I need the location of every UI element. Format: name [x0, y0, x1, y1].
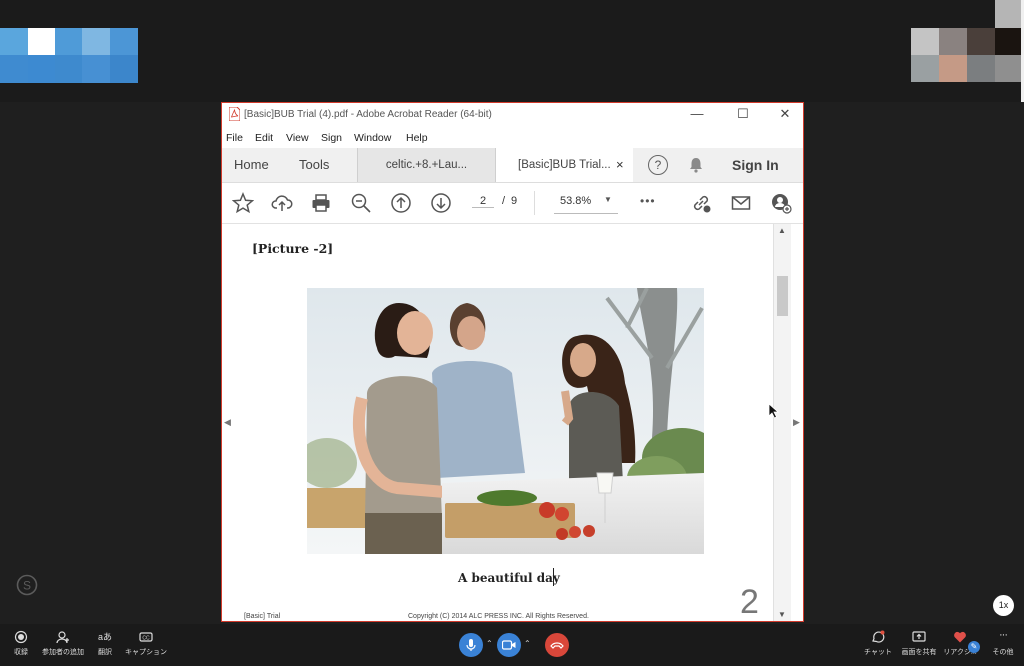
notification-bell-icon[interactable]: [687, 156, 705, 174]
record-label: 収録: [14, 649, 28, 656]
page-heading: [Picture -2]: [252, 241, 334, 256]
email-icon[interactable]: [730, 192, 752, 214]
cc-icon: CC: [139, 632, 153, 642]
translate-button[interactable]: aあ 翻訳: [92, 630, 118, 657]
menu-view[interactable]: View: [286, 132, 309, 144]
heart-icon: [954, 631, 966, 643]
menu-sign[interactable]: Sign: [321, 132, 342, 144]
svg-text:S: S: [23, 579, 31, 593]
record-icon: [14, 630, 28, 644]
video-button[interactable]: [497, 633, 521, 657]
add-user-icon[interactable]: [770, 192, 792, 214]
mic-button[interactable]: [459, 633, 483, 657]
participant-strip: [0, 0, 1024, 102]
left-panel-toggle-icon[interactable]: ◀: [224, 417, 231, 428]
share-screen-button[interactable]: 画面を共有: [900, 630, 938, 657]
scroll-up-icon[interactable]: ▲: [778, 226, 786, 235]
speed-badge[interactable]: 1x: [993, 595, 1014, 616]
menu-help[interactable]: Help: [406, 132, 428, 144]
maximize-icon[interactable]: ☐: [733, 106, 753, 122]
right-panel-toggle-icon[interactable]: ▶: [793, 417, 800, 428]
participant-video-left[interactable]: [0, 28, 138, 83]
microphone-icon: [466, 639, 476, 651]
footer-copyright: Copyright (C) 2014 ALC PRESS INC. All Ri…: [408, 613, 589, 620]
window-title: [Basic]BUB Trial (4).pdf - Adobe Acrobat…: [244, 109, 492, 120]
minimize-icon[interactable]: —: [687, 106, 707, 121]
more-icon: ···: [999, 629, 1008, 641]
help-icon[interactable]: ?: [648, 155, 668, 175]
tab-bar: Home Tools celtic.+8.+Lau... [Basic]BUB …: [222, 148, 803, 183]
help-icon-glyph: ?: [654, 158, 662, 172]
page-separator: /: [502, 195, 506, 207]
translate-label: 翻訳: [98, 649, 112, 656]
svg-text:CC: CC: [142, 636, 150, 642]
page-number-label: 2: [740, 583, 759, 621]
tab-document-bub-trial[interactable]: [Basic]BUB Trial... ×: [495, 148, 633, 182]
zoom-value: 53.8%: [560, 195, 592, 207]
close-window-icon[interactable]: ✕: [775, 106, 795, 122]
upload-cloud-icon[interactable]: [271, 192, 293, 214]
hang-up-button[interactable]: [545, 633, 569, 657]
zoom-out-icon[interactable]: [350, 192, 372, 214]
pen-badge-icon[interactable]: ✎: [968, 641, 980, 653]
chat-icon: [872, 630, 885, 643]
captions-button[interactable]: CC キャプション: [124, 630, 168, 657]
menu-edit[interactable]: Edit: [255, 132, 273, 144]
more-tools-icon[interactable]: •••: [640, 194, 656, 208]
video-camera-icon: [502, 640, 516, 650]
captions-label: キャプション: [125, 649, 167, 656]
meeting-toolbar: 収録 参加者の追加 aあ 翻訳 CC キャプション ⌃ ⌃ チャット 画面を共有…: [0, 624, 1024, 666]
document-page: ◀ [Picture -2] A beautiful day 2 [Basic]…: [222, 224, 803, 621]
add-participant-icon: [56, 631, 69, 644]
page-down-icon[interactable]: [430, 192, 452, 214]
acrobat-pdf-icon: [229, 107, 240, 121]
menu-bar: File Edit View Sign Window Help: [222, 127, 803, 148]
toolbar: 2 / 9 53.8% ▼ •••: [222, 183, 803, 224]
share-screen-icon: [912, 631, 926, 642]
share-link-icon[interactable]: [690, 192, 712, 214]
scrollbar-thumb[interactable]: [777, 276, 788, 316]
participant-video-right[interactable]: [911, 0, 1024, 102]
title-bar: [Basic]BUB Trial (4).pdf - Adobe Acrobat…: [222, 103, 803, 127]
scroll-down-icon[interactable]: ▼: [778, 610, 786, 619]
tab-tools[interactable]: Tools: [299, 148, 329, 182]
page-number-input[interactable]: 2: [472, 195, 494, 208]
chat-button[interactable]: チャット: [862, 630, 894, 657]
page-up-icon[interactable]: [390, 192, 412, 214]
print-icon[interactable]: [310, 192, 332, 214]
menu-window[interactable]: Window: [354, 132, 391, 144]
vertical-scrollbar[interactable]: ▲ ▼: [773, 224, 791, 621]
hang-up-icon: [550, 642, 564, 649]
chat-label: チャット: [864, 649, 892, 656]
add-participant-button[interactable]: 参加者の追加: [40, 630, 86, 657]
mouse-pointer-icon: [768, 403, 780, 419]
text-cursor: [553, 568, 554, 586]
share-screen-label: 画面を共有: [901, 649, 937, 656]
record-button[interactable]: 収録: [6, 630, 36, 657]
translate-icon: aあ: [98, 632, 113, 642]
tab-home[interactable]: Home: [234, 148, 269, 182]
acrobat-window: [Basic]BUB Trial (4).pdf - Adobe Acrobat…: [221, 102, 804, 622]
picture-caption: A beautiful day: [458, 571, 560, 585]
page-total: 9: [511, 195, 518, 207]
tab-document-label: [Basic]BUB Trial...: [518, 159, 611, 171]
footer-left: [Basic] Trial: [244, 613, 281, 620]
sign-in-button[interactable]: Sign In: [732, 148, 779, 182]
zoom-dropdown[interactable]: 53.8% ▼: [554, 191, 618, 214]
speed-badge-label: 1x: [998, 600, 1009, 610]
menu-file[interactable]: File: [226, 132, 243, 144]
star-bookmark-icon[interactable]: [232, 192, 254, 214]
tab-document-celtic[interactable]: celtic.+8.+Lau...: [357, 148, 495, 182]
add-participant-label: 参加者の追加: [42, 649, 84, 656]
kitchen-photo: [307, 288, 704, 554]
video-options-chevron-icon[interactable]: ⌃: [524, 639, 531, 648]
toolbar-divider: [534, 191, 535, 215]
skype-logo-icon: S: [16, 574, 38, 596]
mic-options-chevron-icon[interactable]: ⌃: [486, 639, 493, 648]
more-label: その他: [992, 649, 1014, 656]
chevron-down-icon: ▼: [604, 195, 612, 204]
more-options-button[interactable]: ··· その他: [990, 630, 1016, 657]
tab-close-icon[interactable]: ×: [616, 148, 624, 182]
